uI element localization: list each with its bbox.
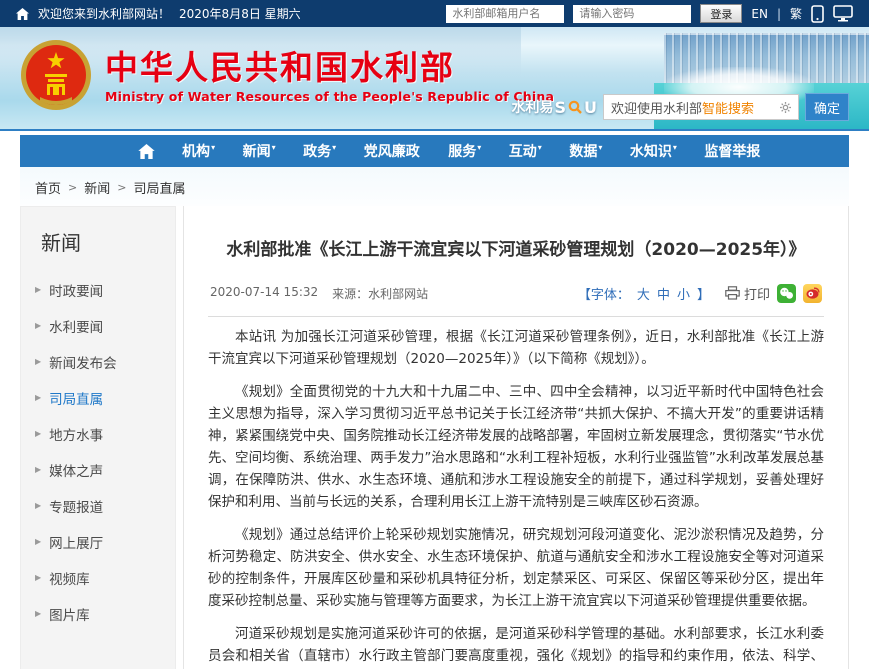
topbar-divider: |	[777, 7, 781, 21]
page: 欢迎您来到水利部网站！ 2020年8月8日 星期六 登录 EN | 繁	[0, 0, 869, 669]
source-label: 来源：水利部网站	[332, 285, 428, 302]
top-utility-bar: 欢迎您来到水利部网站！ 2020年8月8日 星期六 登录 EN | 繁	[0, 0, 869, 27]
chevron-down-icon: ▾	[477, 143, 481, 152]
sidebar-item-meitizhisheng[interactable]: ▶媒体之声	[21, 452, 175, 488]
triangle-right-icon: ▶	[35, 286, 41, 294]
topbar-right: 登录 EN | 繁	[446, 4, 853, 23]
breadcrumb-separator: >	[68, 181, 77, 194]
paragraph: 本站讯 为加强长江河道采砂管理，根据《长江河道采砂管理条例》，近日，水利部批准《…	[208, 326, 824, 370]
sidebar-item-wangshangzhanting[interactable]: ▶网上展厅	[21, 524, 175, 560]
nav-item-jigou[interactable]: 机构▾	[182, 141, 215, 161]
chevron-down-icon: ▾	[538, 143, 542, 152]
site-title: 中华人民共和国水利部	[105, 50, 554, 86]
sidebar-item-tupianku[interactable]: ▶图片库	[21, 596, 175, 632]
mail-username-input[interactable]	[446, 5, 564, 23]
nav-item-fuwu[interactable]: 服务▾	[448, 141, 481, 161]
sidebar-item-shizheng[interactable]: ▶时政要闻	[21, 272, 175, 308]
print-button[interactable]: 打印	[725, 284, 770, 303]
triangle-right-icon: ▶	[35, 358, 41, 366]
article-panel: 水利部批准《长江上游干流宜宾以下河道采砂管理规划（2020—2025年）》 20…	[183, 206, 849, 669]
breadcrumb-current: 司局直属	[133, 178, 185, 197]
printer-icon	[725, 286, 740, 300]
triangle-right-icon: ▶	[35, 394, 41, 402]
search-brand-u: U	[584, 98, 597, 117]
triangle-right-icon: ▶	[35, 538, 41, 546]
nav-item-zhengwu[interactable]: 政务▾	[303, 141, 336, 161]
desktop-version-icon[interactable]	[833, 5, 853, 22]
chevron-down-icon: ▾	[598, 143, 602, 152]
search-magnifier-icon	[568, 100, 582, 114]
meta-right: 【字体： 大 中 小 】 打印	[578, 284, 822, 303]
triangle-right-icon: ▶	[35, 322, 41, 330]
gear-icon[interactable]	[780, 102, 791, 113]
sidebar-item-shipinku[interactable]: ▶视频库	[21, 560, 175, 596]
search-placeholder-highlight: 智能搜索	[702, 98, 754, 117]
font-size-small[interactable]: 小	[677, 284, 690, 303]
search-confirm-button[interactable]: 确定	[805, 93, 849, 121]
breadcrumb-news[interactable]: 新闻	[84, 178, 110, 197]
article-meta: 2020-07-14 15:32 来源：水利部网站 【字体： 大 中 小 】	[208, 284, 824, 317]
publish-date: 2020-07-14 15:32	[210, 285, 318, 302]
search-brand: 水利易 S U	[511, 97, 597, 117]
breadcrumb: 首页 > 新闻 > 司局直属	[20, 167, 849, 206]
breadcrumb-home[interactable]: 首页	[35, 178, 61, 197]
triangle-right-icon: ▶	[35, 466, 41, 474]
wechat-share-icon[interactable]	[777, 284, 796, 303]
mobile-version-icon[interactable]	[811, 5, 824, 23]
site-brand: 中华人民共和国水利部 Ministry of Water Resources o…	[20, 39, 554, 115]
nav-item-jiandujubao[interactable]: 监督举报	[704, 141, 761, 161]
sidebar-item-difangshuishi[interactable]: ▶地方水事	[21, 416, 175, 452]
lang-en-link[interactable]: EN	[751, 7, 768, 21]
weibo-share-icon[interactable]	[803, 284, 822, 303]
chevron-down-icon: ▾	[673, 143, 677, 152]
nav-item-shuju[interactable]: 数据▾	[569, 141, 602, 161]
sidebar-item-zhuantibaodao[interactable]: ▶专题报道	[21, 488, 175, 524]
sidebar-item-fabuhui[interactable]: ▶新闻发布会	[21, 344, 175, 380]
search-placeholder: 欢迎使用水利部	[611, 98, 702, 117]
nav-item-dangfeng[interactable]: 党风廉政	[364, 141, 421, 161]
search-brand-s: S	[554, 98, 566, 117]
brand-titles: 中华人民共和国水利部 Ministry of Water Resources o…	[105, 50, 554, 104]
paragraph: 河道采砂规划是实施河道采砂许可的依据，是河道采砂科学管理的基础。水利部要求，长江…	[208, 623, 824, 669]
site-subtitle: Ministry of Water Resources of the Peopl…	[105, 89, 554, 104]
article-title: 水利部批准《长江上游干流宜宾以下河道采砂管理规划（2020—2025年）》	[216, 238, 816, 264]
font-size-large[interactable]: 大	[637, 284, 650, 303]
triangle-right-icon: ▶	[35, 574, 41, 582]
welcome-text: 欢迎您来到水利部网站！	[38, 5, 170, 22]
search-brand-text: 水利易	[511, 97, 553, 117]
breadcrumb-separator: >	[117, 181, 126, 194]
chevron-down-icon: ▾	[211, 143, 215, 152]
mail-password-input[interactable]	[573, 5, 691, 23]
chevron-down-icon: ▾	[332, 143, 336, 152]
sidebar-item-sijuzhishu[interactable]: ▶司局直属	[21, 380, 175, 416]
chevron-down-icon: ▾	[272, 143, 276, 152]
sidebar-title: 新闻	[21, 221, 175, 272]
search-input[interactable]: 欢迎使用水利部 智能搜索	[603, 94, 799, 120]
font-size-medium[interactable]: 中	[657, 284, 670, 303]
lang-traditional-link[interactable]: 繁	[790, 5, 802, 22]
current-date: 2020年8月8日 星期六	[179, 5, 301, 22]
paragraph: 《规划》全面贯彻党的十九大和十九届二中、三中、四中全会精神，以习近平新时代中国特…	[208, 381, 824, 513]
nav-item-xinwen[interactable]: 新闻▾	[243, 141, 276, 161]
paragraph: 《规划》通过总结评价上轮采砂规划实施情况，研究规划河段河道变化、泥沙淤积情况及趋…	[208, 524, 824, 612]
nav-item-shuizhishi[interactable]: 水知识▾	[630, 141, 677, 161]
triangle-right-icon: ▶	[35, 430, 41, 438]
triangle-right-icon: ▶	[35, 610, 41, 618]
triangle-right-icon: ▶	[35, 502, 41, 510]
sidebar-item-shuiliyaowen[interactable]: ▶水利要闻	[21, 308, 175, 344]
meta-left: 2020-07-14 15:32 来源：水利部网站	[210, 285, 428, 302]
content-area: 新闻 ▶时政要闻 ▶水利要闻 ▶新闻发布会 ▶司局直属 ▶地方水事 ▶媒体之声 …	[20, 206, 849, 669]
nav-home-icon[interactable]	[138, 144, 155, 159]
national-emblem	[20, 39, 92, 115]
main-navbar: 机构▾ 新闻▾ 政务▾ 党风廉政 服务▾ 互动▾ 数据▾ 水知识▾ 监督举报	[20, 135, 849, 167]
article-body: 本站讯 为加强长江河道采砂管理，根据《长江河道采砂管理条例》，近日，水利部批准《…	[208, 326, 824, 669]
site-banner: 中华人民共和国水利部 Ministry of Water Resources o…	[0, 27, 869, 131]
search-bar: 水利易 S U 欢迎使用水利部 智能搜索 确定	[511, 93, 849, 121]
home-icon[interactable]	[16, 8, 29, 20]
sidebar: 新闻 ▶时政要闻 ▶水利要闻 ▶新闻发布会 ▶司局直属 ▶地方水事 ▶媒体之声 …	[20, 206, 176, 669]
font-size-controls: 【字体： 大 中 小 】	[578, 284, 710, 303]
login-button[interactable]: 登录	[700, 4, 742, 23]
nav-item-hudong[interactable]: 互动▾	[509, 141, 542, 161]
